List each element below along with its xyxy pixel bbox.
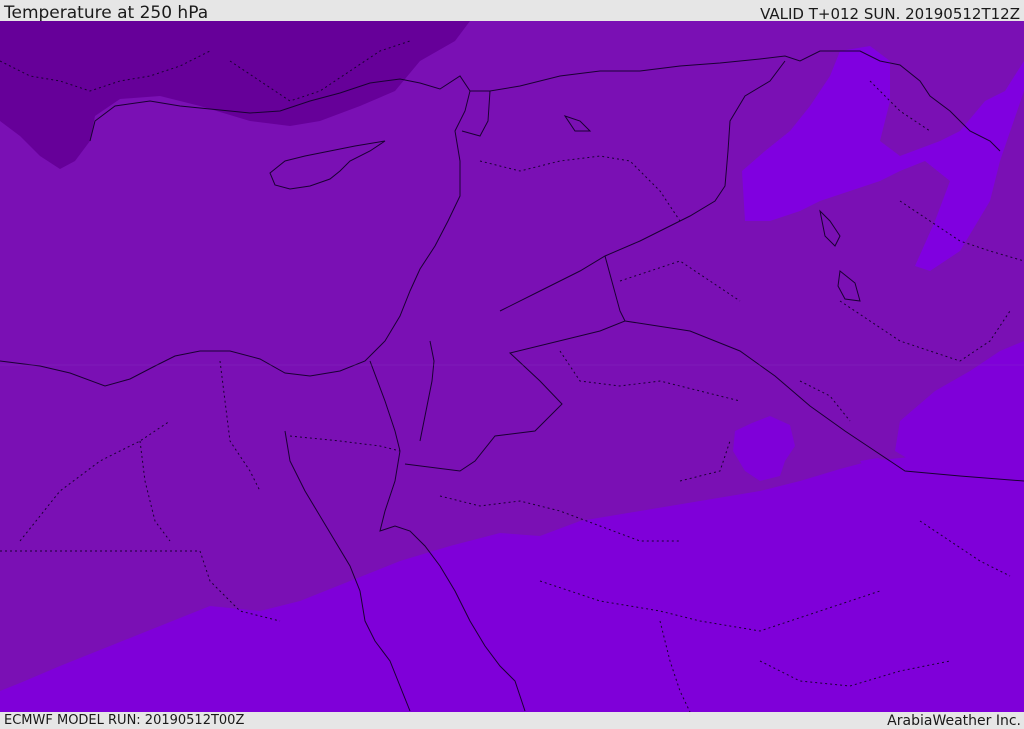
header-bar: Temperature at 250 hPa VALID T+012 SUN. … — [0, 0, 1024, 23]
weather-map-page: Temperature at 250 hPa VALID T+012 SUN. … — [0, 0, 1024, 729]
temperature-map[interactable] — [0, 21, 1024, 712]
model-run: ECMWF MODEL RUN: 20190512T00Z — [4, 713, 245, 728]
brand-name: ArabiaWeather Inc. — [887, 713, 1021, 729]
map-title: Temperature at 250 hPa — [4, 3, 209, 23]
map-canvas — [0, 21, 1024, 712]
footer-bar: ECMWF MODEL RUN: 20190512T00Z ArabiaWeat… — [0, 712, 1024, 729]
